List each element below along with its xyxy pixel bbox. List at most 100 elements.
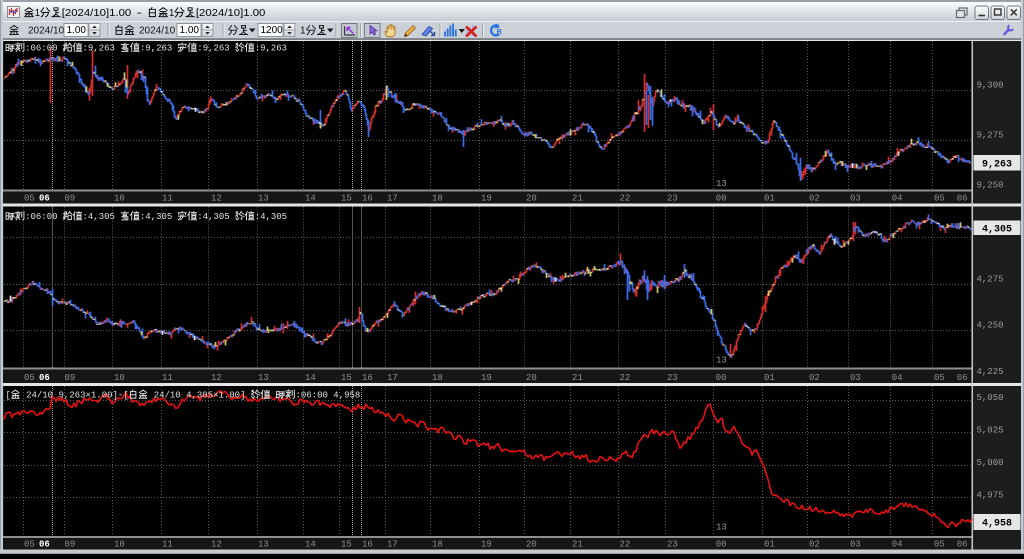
svg-text:5,000: 5,000 (977, 458, 1004, 468)
svg-text:14: 14 (305, 373, 316, 383)
svg-text:00: 00 (716, 194, 727, 204)
svg-text:14: 14 (305, 194, 316, 204)
svg-text:15: 15 (341, 194, 352, 204)
svg-text:06: 06 (957, 540, 968, 550)
svg-text:13: 13 (258, 540, 269, 550)
svg-text:17: 17 (387, 194, 398, 204)
svg-text:20: 20 (526, 194, 537, 204)
svg-text::9,263: :9,263 (197, 44, 229, 54)
svg-text:24/10: 24/10 (26, 391, 53, 401)
svg-text:06: 06 (39, 373, 50, 383)
svg-text:01: 01 (764, 373, 775, 383)
svg-text:03: 03 (850, 540, 861, 550)
svg-text:09: 09 (65, 540, 76, 550)
svg-text:06: 06 (957, 373, 968, 383)
svg-text:06: 06 (957, 194, 968, 204)
svg-text:04: 04 (892, 540, 903, 550)
svg-text:9,263×1.00]-[: 9,263×1.00]-[ (59, 391, 129, 401)
svg-text:4,305×1.00]: 4,305×1.00] (186, 391, 245, 401)
svg-text:09: 09 (65, 373, 76, 383)
svg-text::4,305: :4,305 (140, 212, 172, 222)
svg-text:20: 20 (526, 373, 537, 383)
svg-text::06:00: :06:00 (25, 212, 57, 222)
svg-text:16: 16 (362, 373, 373, 383)
svg-text:16: 16 (362, 540, 373, 550)
svg-text:5,050: 5,050 (977, 393, 1004, 403)
svg-text:14: 14 (305, 540, 316, 550)
svg-text:21: 21 (572, 373, 583, 383)
svg-text:4,958: 4,958 (982, 519, 1012, 530)
svg-text:00: 00 (716, 540, 727, 550)
svg-text:15: 15 (341, 540, 352, 550)
svg-text:11: 11 (162, 540, 173, 550)
svg-text:4,225: 4,225 (977, 367, 1004, 377)
svg-text:10: 10 (114, 194, 125, 204)
svg-text:05: 05 (24, 540, 35, 550)
svg-text:4,975: 4,975 (977, 491, 1004, 501)
svg-text:01: 01 (764, 540, 775, 550)
svg-text:06: 06 (39, 194, 50, 204)
svg-text:03: 03 (850, 373, 861, 383)
svg-text:05: 05 (934, 194, 945, 204)
svg-text::9,263: :9,263 (255, 44, 287, 54)
svg-text:9,263: 9,263 (982, 159, 1012, 170)
svg-text:00: 00 (716, 373, 727, 383)
svg-text:1.00: 1.00 (67, 25, 87, 36)
svg-text:4,305: 4,305 (982, 224, 1012, 235)
svg-text:9,275: 9,275 (977, 131, 1004, 141)
svg-text:19: 19 (481, 373, 492, 383)
svg-text:4,958: 4,958 (333, 391, 360, 401)
svg-text:09: 09 (65, 194, 76, 204)
svg-text:2024/10: 2024/10 (28, 26, 65, 37)
svg-text:21: 21 (572, 540, 583, 550)
svg-text:15: 15 (341, 373, 352, 383)
svg-text:05: 05 (24, 373, 35, 383)
svg-text::06:00: :06:00 (296, 391, 328, 401)
svg-text:10: 10 (114, 540, 125, 550)
svg-text:9,300: 9,300 (977, 81, 1004, 91)
svg-text:18: 18 (432, 373, 443, 383)
svg-text:04: 04 (892, 194, 903, 204)
svg-text:1: 1 (300, 26, 306, 37)
svg-text:22: 22 (620, 373, 631, 383)
svg-text:02: 02 (809, 540, 820, 550)
svg-text:17: 17 (387, 540, 398, 550)
svg-text:1: 1 (35, 7, 40, 19)
svg-text:11: 11 (162, 373, 173, 383)
svg-text:13: 13 (716, 179, 727, 189)
svg-text:02: 02 (809, 194, 820, 204)
svg-text::4,305: :4,305 (83, 212, 115, 222)
svg-text:22: 22 (620, 540, 631, 550)
svg-text:10: 10 (114, 373, 125, 383)
svg-text:[2024/10]1.00: [2024/10]1.00 (196, 7, 266, 19)
svg-text::4,305: :4,305 (197, 212, 229, 222)
svg-text:24/10: 24/10 (154, 391, 181, 401)
svg-text:4,250: 4,250 (977, 321, 1004, 331)
svg-text:9,250: 9,250 (977, 181, 1004, 191)
svg-text:06: 06 (39, 540, 50, 550)
svg-text:R: R (497, 27, 503, 36)
svg-text:22: 22 (620, 194, 631, 204)
svg-text:23: 23 (667, 373, 678, 383)
svg-text:23: 23 (667, 194, 678, 204)
svg-text:-: - (137, 7, 143, 19)
svg-text:13: 13 (258, 373, 269, 383)
svg-text:16: 16 (362, 194, 373, 204)
svg-text:12: 12 (211, 540, 222, 550)
svg-text:[: [ (6, 391, 11, 401)
svg-text:05: 05 (934, 540, 945, 550)
svg-text:5,025: 5,025 (977, 426, 1004, 436)
svg-text:17: 17 (387, 373, 398, 383)
svg-text::9,263: :9,263 (140, 44, 172, 54)
svg-text:21: 21 (572, 194, 583, 204)
svg-text:05: 05 (934, 373, 945, 383)
svg-text:13: 13 (716, 523, 727, 533)
svg-text:18: 18 (432, 540, 443, 550)
svg-text:[2024/10]1.00: [2024/10]1.00 (62, 7, 132, 19)
svg-text:12: 12 (211, 194, 222, 204)
svg-text::4,305: :4,305 (255, 212, 287, 222)
svg-text:03: 03 (850, 194, 861, 204)
svg-text::9,263: :9,263 (83, 44, 115, 54)
svg-text:12: 12 (211, 373, 222, 383)
svg-text:11: 11 (162, 194, 173, 204)
